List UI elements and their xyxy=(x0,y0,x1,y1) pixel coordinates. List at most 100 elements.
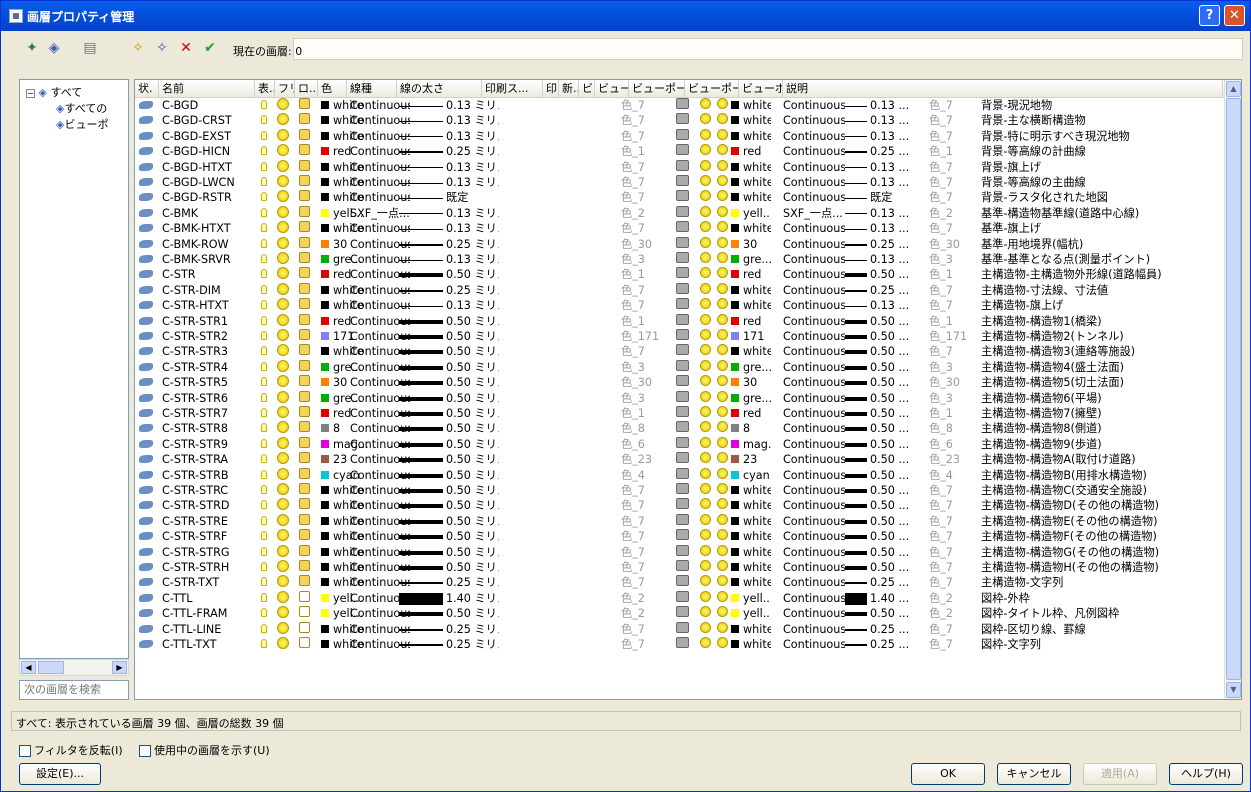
printer-icon[interactable] xyxy=(676,252,689,263)
plot-cell[interactable] xyxy=(676,159,692,175)
newvp-cell[interactable] xyxy=(700,544,714,560)
lightbulb-icon[interactable] xyxy=(261,115,267,125)
name-cell[interactable]: C-STR-HTXT xyxy=(162,298,254,313)
vpcolor-cell[interactable]: 171 xyxy=(731,329,771,344)
vp-freeze-icon[interactable] xyxy=(717,621,728,633)
name-cell[interactable]: C-TTL-LINE xyxy=(162,622,254,637)
sun-icon[interactable] xyxy=(277,498,289,511)
on-cell[interactable] xyxy=(259,98,273,113)
newvp-cell[interactable] xyxy=(700,159,714,175)
lineweight-cell[interactable]: 0.13 ミリメートル xyxy=(399,175,499,190)
vplinetype-cell[interactable]: Continuous xyxy=(783,391,845,406)
sun-icon[interactable] xyxy=(277,313,289,326)
freeze-cell[interactable] xyxy=(277,436,293,452)
freeze-cell[interactable] xyxy=(277,298,293,313)
layer-row[interactable]: C-STR-STRCwhiteContinuous0.50 ミリメートル色_7w… xyxy=(135,483,1225,498)
printer-icon[interactable] xyxy=(676,544,689,556)
lock-cell[interactable] xyxy=(299,329,315,344)
name-cell[interactable]: C-STR-STRB xyxy=(162,468,254,483)
sun-icon[interactable] xyxy=(277,590,289,603)
vpcolor-cell[interactable]: 8 xyxy=(731,421,771,436)
description-cell[interactable]: 主構造物-構造物7(擁壁) xyxy=(981,406,1221,421)
printer-icon[interactable] xyxy=(676,144,689,156)
description-cell[interactable]: 主構造物-構造物1(橋梁) xyxy=(981,314,1221,329)
printer-icon[interactable] xyxy=(676,452,689,464)
vplineweight-cell[interactable]: 0.25 ... xyxy=(845,237,929,252)
vplineweight-cell[interactable]: 0.25 ... xyxy=(845,622,929,637)
name-cell[interactable]: C-STR-STR7 xyxy=(162,406,254,421)
new-vp-freeze-icon[interactable] xyxy=(700,637,711,648)
on-cell[interactable] xyxy=(259,221,273,236)
name-cell[interactable]: C-BGD-EXST xyxy=(162,129,254,144)
plot-cell[interactable] xyxy=(676,467,692,483)
new-vp-freeze-icon[interactable] xyxy=(700,513,711,525)
lineweight-cell[interactable]: 0.25 ミリメートル xyxy=(399,622,499,637)
lineweight-cell[interactable]: 0.50 ミリメートル xyxy=(399,391,499,406)
freeze-cell[interactable] xyxy=(277,498,293,513)
newvp-cell[interactable] xyxy=(700,621,714,637)
vplinetype-cell[interactable]: Continuous xyxy=(783,221,845,236)
vp-freeze-icon[interactable] xyxy=(717,175,728,186)
vplineweight-cell[interactable]: 0.50 ... xyxy=(845,468,929,483)
newvp-cell[interactable] xyxy=(700,190,714,205)
freeze-cell[interactable] xyxy=(277,159,293,175)
layer-row[interactable]: C-STR-STR1 red Continuous 0.50 ミリメートル 色_1 red… xyxy=(135,313,1225,329)
sun-icon[interactable] xyxy=(277,375,289,388)
header-col-vpfreeze[interactable]: ビ... xyxy=(579,80,595,98)
vpcolor-cell[interactable]: yell... xyxy=(731,591,771,606)
new-vp-freeze-icon[interactable] xyxy=(700,329,711,340)
sun-icon[interactable] xyxy=(277,252,289,264)
lightbulb-icon[interactable] xyxy=(261,130,267,140)
tree-horizontal-scrollbar[interactable]: ◀ ▶ xyxy=(19,659,129,676)
lightbulb-icon[interactable] xyxy=(261,639,267,648)
plot-cell[interactable] xyxy=(676,375,692,390)
description-cell[interactable]: 主構造物-文字列 xyxy=(981,575,1221,590)
vp-freeze-icon[interactable] xyxy=(717,344,728,356)
freeze-cell[interactable] xyxy=(277,575,293,590)
new-vp-freeze-icon[interactable] xyxy=(700,190,711,202)
freeze-cell[interactable] xyxy=(277,252,293,267)
sun-icon[interactable] xyxy=(277,98,289,110)
lineweight-cell[interactable]: 0.13 ミリメートル xyxy=(399,206,499,221)
lock-icon[interactable] xyxy=(299,128,310,140)
lineweight-cell[interactable]: 0.50 ミリメートル xyxy=(399,406,499,421)
layer-row[interactable]: C-STR-STRGwhiteContinuous0.50 ミリメートル色_7w… xyxy=(135,544,1225,560)
vpfreeze-cell[interactable] xyxy=(717,560,731,575)
layer-row[interactable]: C-BGD-EXSTwhiteContinuous0.13 ミリメートル色_7w… xyxy=(135,128,1225,144)
newvp-cell[interactable] xyxy=(700,483,714,498)
tree-item-viewport[interactable]: ◈ビューポ xyxy=(56,116,108,132)
lineweight-cell[interactable]: 0.50 ミリメートル xyxy=(399,483,499,498)
lineweight-cell[interactable]: 0.50 ミリメートル xyxy=(399,452,499,467)
lightbulb-icon[interactable] xyxy=(261,161,267,171)
vertical-scrollbar[interactable]: ▲ ▼ xyxy=(1224,80,1241,699)
plot-cell[interactable] xyxy=(676,513,692,529)
printer-icon[interactable] xyxy=(676,375,689,387)
lineweight-cell[interactable]: 0.50 ミリメートル xyxy=(399,360,499,375)
name-cell[interactable]: C-STR-STRF xyxy=(162,529,254,544)
sun-icon[interactable] xyxy=(277,467,289,480)
freeze-cell[interactable] xyxy=(277,205,293,221)
newvp-cell[interactable] xyxy=(700,298,714,313)
on-cell[interactable] xyxy=(259,637,273,652)
collapse-icon[interactable]: − xyxy=(26,89,35,98)
lock-cell[interactable] xyxy=(299,236,315,252)
freeze-cell[interactable] xyxy=(277,467,293,483)
plot-cell[interactable] xyxy=(676,544,692,560)
vpfreeze-cell[interactable] xyxy=(717,544,731,560)
printer-icon[interactable] xyxy=(676,590,689,602)
vplinetype-cell[interactable]: Continuous xyxy=(783,175,845,190)
vplineweight-cell[interactable]: 0.50 ... xyxy=(845,329,929,344)
lock-icon[interactable] xyxy=(299,421,310,433)
lock-icon[interactable] xyxy=(299,513,310,525)
vplineweight-cell[interactable]: 1.40 ... xyxy=(845,591,929,606)
on-cell[interactable] xyxy=(259,606,273,621)
sun-icon[interactable] xyxy=(277,221,289,234)
plot-cell[interactable] xyxy=(676,452,692,467)
unlock-icon[interactable] xyxy=(299,621,310,633)
printer-icon[interactable] xyxy=(676,390,689,402)
plot-cell[interactable] xyxy=(676,529,692,544)
lightbulb-icon[interactable] xyxy=(261,223,267,233)
layer-row[interactable]: C-BMK-SRVR gre... Continuous 0.13 ミリメートル 色_3… xyxy=(135,252,1225,267)
lightbulb-icon[interactable] xyxy=(261,423,267,433)
on-cell[interactable] xyxy=(259,329,273,344)
